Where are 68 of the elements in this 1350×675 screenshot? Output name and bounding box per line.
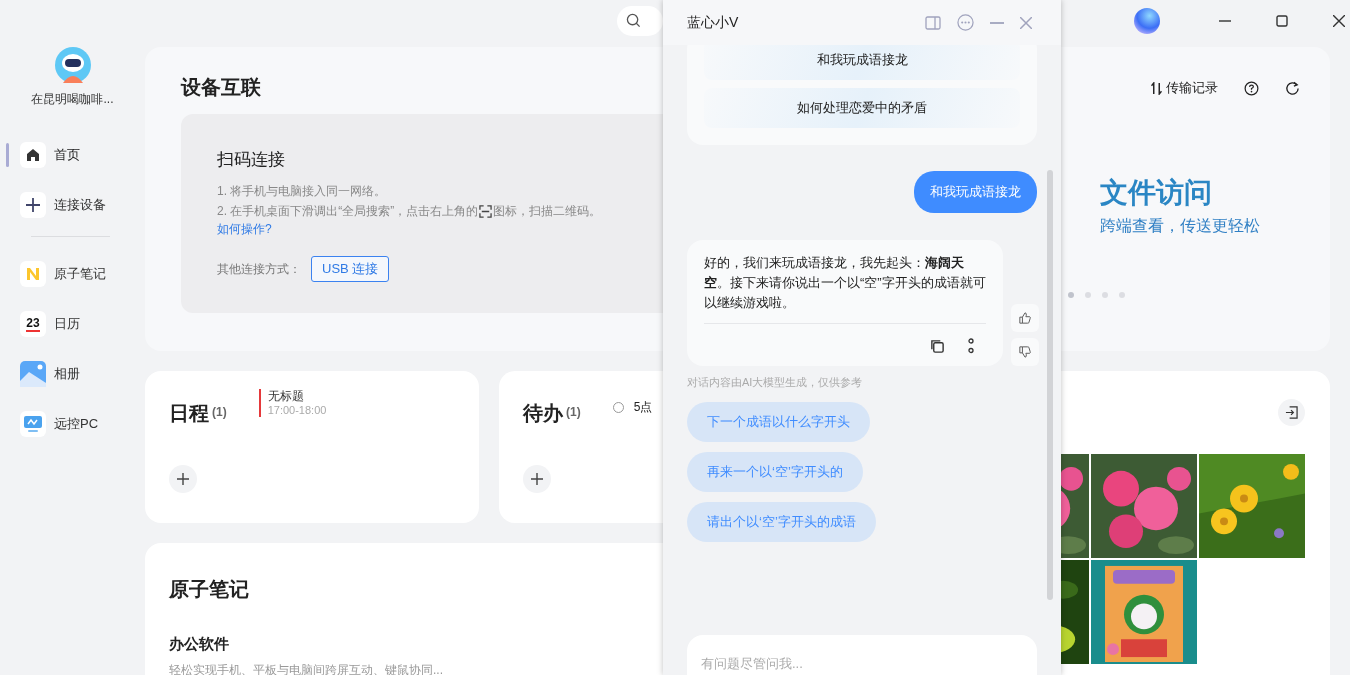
user-message: 和我玩成语接龙 — [914, 171, 1037, 213]
disclaimer-text: 对话内容由AI大模型生成，仅供参考 — [687, 375, 863, 390]
monitor-icon — [23, 415, 43, 433]
search-icon — [626, 13, 641, 28]
note-title[interactable]: 办公软件 — [169, 635, 229, 654]
scan-title: 扫码连接 — [217, 149, 286, 171]
step-text: 2. 在手机桌面下滑调出“全局搜索”，点击右上角的 — [217, 203, 479, 220]
export-icon — [1285, 406, 1298, 419]
help-icon[interactable] — [1244, 80, 1259, 96]
add-button[interactable] — [523, 465, 551, 493]
suggestion-item[interactable]: 和我玩成语接龙 — [704, 45, 1020, 80]
note-icon — [25, 266, 41, 282]
plus-icon — [177, 473, 189, 485]
chat-title: 蓝心小V — [687, 13, 739, 32]
export-button[interactable] — [1278, 399, 1305, 426]
count-text: (1) — [212, 405, 227, 419]
nav-item[interactable]: 原子笔记 — [20, 261, 110, 287]
assistant-message: 好的，我们来玩成语接龙，我先起头：海阔天空。接下来请你说出一个以“空”字开头的成语就可以继续游戏啦。 — [704, 253, 986, 324]
close-icon[interactable] — [1333, 14, 1345, 27]
orb-logo-icon[interactable] — [1133, 6, 1161, 35]
nav-item[interactable]: 首页 — [20, 142, 84, 168]
count-text: (1) — [566, 405, 581, 419]
step-text: 图标，扫描二维码。 — [493, 203, 602, 220]
thumbs-up-icon — [1019, 312, 1031, 324]
other-label: 其他连接方式： — [217, 260, 301, 278]
nav-item[interactable]: 相册 — [20, 361, 84, 387]
swap-icon — [1151, 81, 1162, 95]
banner-subtitle: 跨端查看，传送更轻松 — [1100, 216, 1261, 236]
dislike-button[interactable] — [1011, 338, 1039, 366]
maximize-icon[interactable] — [1276, 14, 1288, 27]
nav-item[interactable]: 远控PC — [20, 411, 103, 437]
step-text: 1. 将手机与电脑接入同一网络。 — [217, 183, 388, 200]
plus-icon — [531, 473, 543, 485]
card-title: 待办 — [523, 401, 563, 426]
event-item[interactable]: 无标题 17:00-18:00 — [258, 389, 327, 417]
nav-item[interactable]: 23 日历 — [20, 311, 84, 337]
carousel-dot[interactable] — [1085, 292, 1091, 298]
card-title: 设备互联 — [181, 75, 262, 100]
home-icon — [25, 147, 41, 163]
mountain-icon — [20, 361, 46, 387]
copy-icon[interactable] — [930, 338, 945, 354]
scan-icon — [479, 204, 493, 218]
thumbs-down-icon — [1019, 346, 1031, 358]
todo-text: 5点 — [633, 399, 653, 416]
scrollbar[interactable] — [1047, 170, 1053, 600]
transfer-link[interactable]: 传输记录 — [1151, 79, 1218, 97]
banner-title: 文件访问 — [1100, 176, 1213, 210]
more-icon[interactable] — [968, 338, 974, 354]
minimize-icon[interactable] — [990, 21, 1004, 24]
add-button[interactable] — [169, 465, 197, 493]
plus-icon — [25, 197, 41, 213]
avatar-icon[interactable] — [54, 47, 91, 83]
split-view-icon[interactable] — [925, 15, 941, 30]
carousel-dot[interactable] — [1102, 292, 1108, 298]
refresh-icon[interactable] — [1285, 80, 1300, 96]
card-title: 日程 — [169, 401, 209, 426]
card-title: 原子笔记 — [169, 577, 250, 602]
usb-button[interactable]: USB 连接 — [311, 256, 390, 282]
message-input[interactable]: 有问题尽管问我... — [687, 635, 1037, 675]
nav-item[interactable]: 连接设备 — [20, 192, 110, 218]
like-button[interactable] — [1011, 304, 1039, 332]
carousel-dot[interactable] — [1119, 292, 1125, 298]
carousel-dot[interactable] — [1068, 292, 1074, 298]
user-name: 在昆明喝咖啡... — [31, 91, 114, 108]
note-description: 轻松实现手机、平板与电脑间跨屏互动、键鼠协同... — [169, 662, 443, 675]
search-field[interactable] — [617, 5, 663, 36]
suggestion-item[interactable]: 如何处理恋爱中的矛盾 — [704, 88, 1020, 128]
help-link[interactable]: 如何操作? — [217, 221, 272, 238]
